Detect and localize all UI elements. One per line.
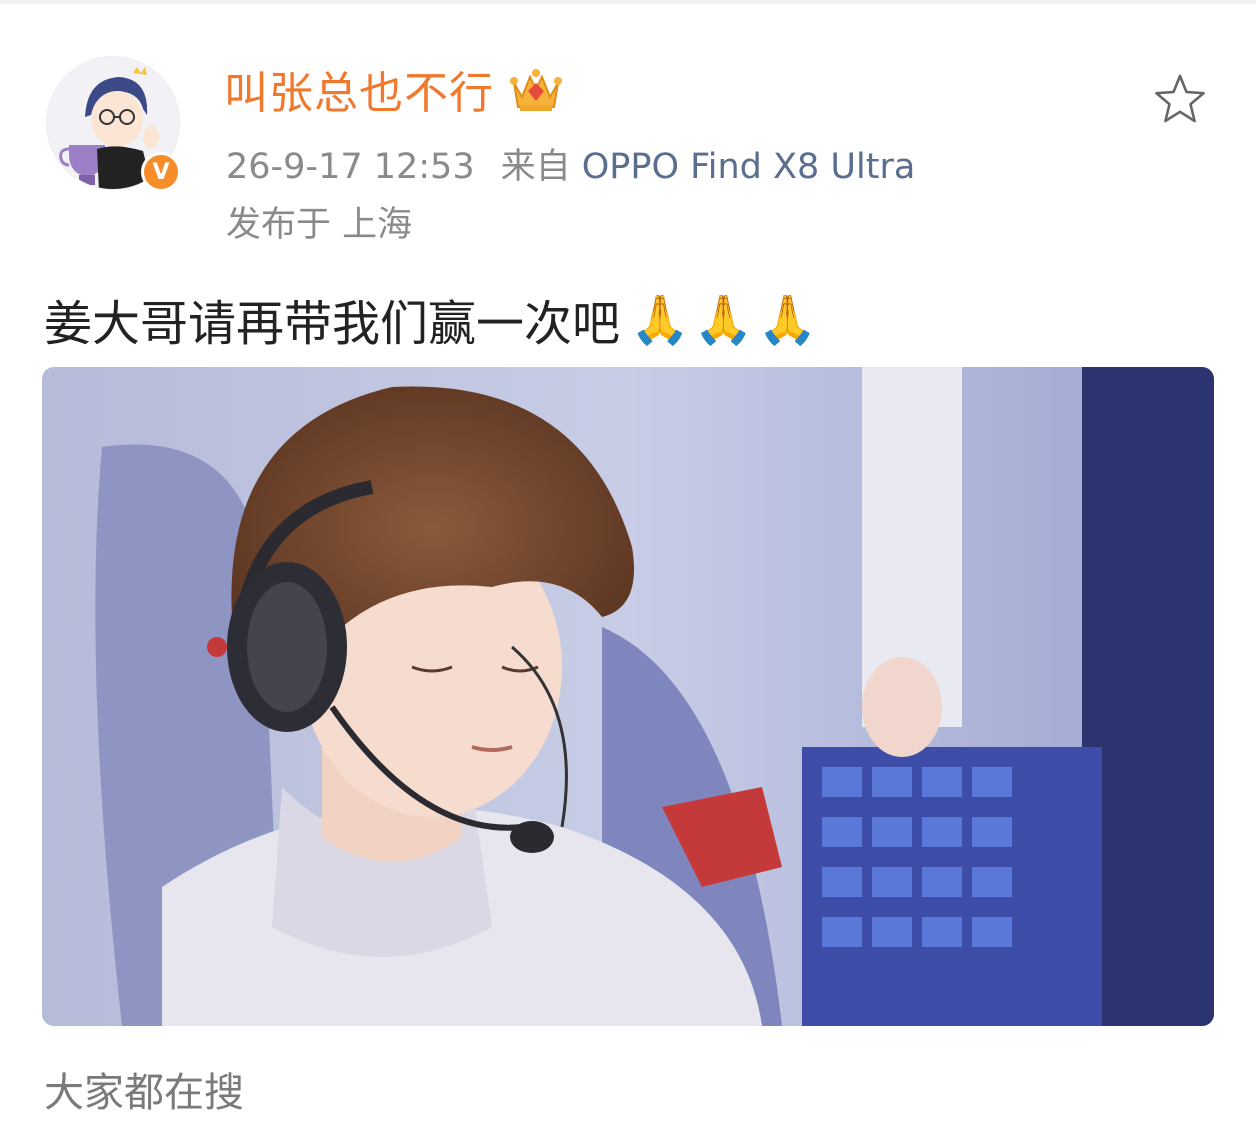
pray-emoji: 🙏 xyxy=(630,291,690,348)
username[interactable]: 叫张总也不行 xyxy=(224,57,494,121)
post-body-text: 姜大哥请再带我们赢一次吧 xyxy=(44,296,621,352)
post-photo xyxy=(42,367,1214,1026)
pray-emoji: 🙏 xyxy=(693,291,754,348)
post-image[interactable] xyxy=(42,367,1214,1026)
avatar-container[interactable]: V xyxy=(46,56,181,192)
username-row: 叫张总也不行 xyxy=(224,58,564,120)
pray-emoji: 🙏 xyxy=(757,291,818,348)
source-prefix: 来自 xyxy=(500,147,571,187)
post-text: 姜大哥请再带我们赢一次吧 🙏 🙏 🙏 xyxy=(44,284,817,354)
emoji-group: 🙏 🙏 🙏 xyxy=(626,291,817,348)
post-meta: 26-9-17 12:53 来自 OPPO Find X8 Ultra xyxy=(226,138,915,189)
post-location: 发布于 上海 xyxy=(226,205,413,245)
star-icon xyxy=(1155,74,1205,123)
crown-icon[interactable] xyxy=(508,63,564,115)
favorite-button[interactable] xyxy=(1150,70,1210,130)
source-device-link[interactable]: OPPO Find X8 Ultra xyxy=(582,147,916,187)
post-timestamp: 26-9-17 12:53 xyxy=(226,147,475,187)
trending-section-label: 大家都在搜 xyxy=(44,1070,244,1116)
verified-badge: V xyxy=(141,152,181,192)
top-divider xyxy=(0,0,1256,4)
post-header: V 叫张总也不行 26-9-17 12:53 来自 OPPO Find X8 Ul… xyxy=(46,56,1216,246)
